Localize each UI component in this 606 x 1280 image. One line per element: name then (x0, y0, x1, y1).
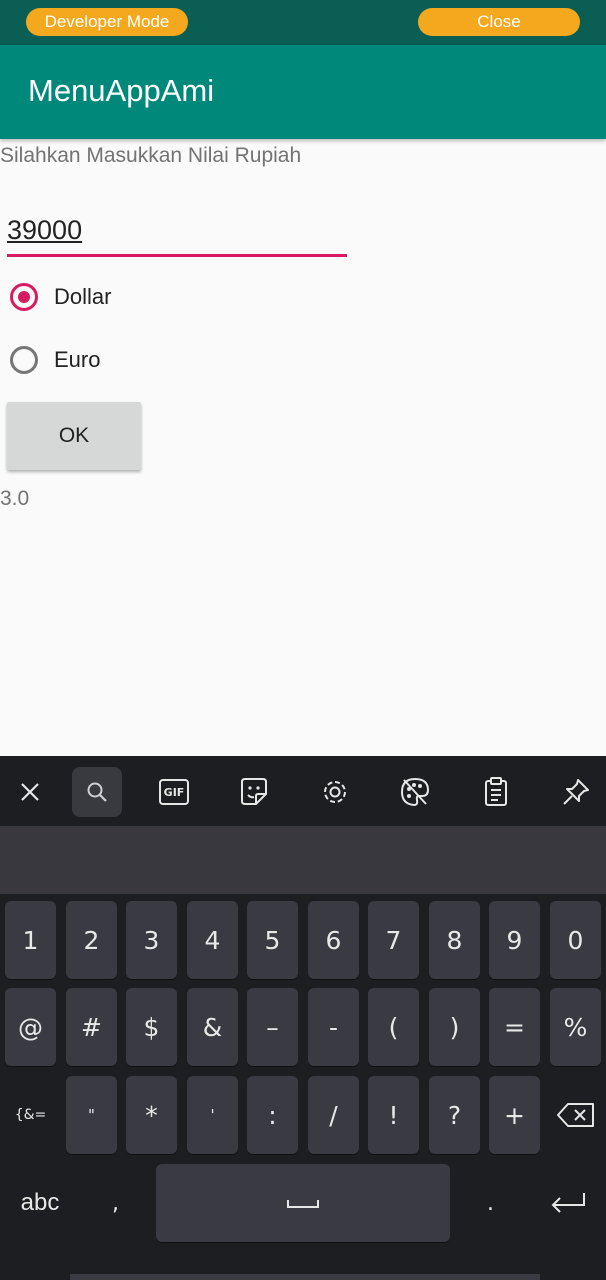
enter-icon[interactable] (530, 1164, 606, 1242)
result-text: 3.0 (0, 487, 30, 510)
app-bar: MenuAppAmi (0, 45, 606, 139)
radio-option-dollar[interactable]: Dollar (10, 283, 111, 311)
radio-checked-icon[interactable] (10, 283, 38, 311)
ok-button[interactable]: OK (7, 402, 141, 470)
key-5[interactable]: 5 (247, 901, 298, 979)
rupiah-input[interactable] (7, 206, 347, 257)
settings-icon[interactable] (310, 767, 360, 817)
developer-mode-button[interactable]: Developer Mode (26, 8, 188, 36)
key-comma[interactable]: , (90, 1164, 141, 1242)
key-0[interactable]: 0 (550, 901, 601, 979)
key-hyphen[interactable]: - (308, 988, 359, 1066)
key-en-dash[interactable]: – (247, 988, 298, 1066)
key-at[interactable]: @ (5, 988, 56, 1066)
key-3[interactable]: 3 (126, 901, 177, 979)
pin-icon[interactable] (551, 767, 601, 817)
key-open-paren[interactable]: ( (368, 988, 419, 1066)
key-7[interactable]: 7 (368, 901, 419, 979)
search-icon[interactable] (72, 767, 122, 817)
prompt-label: Silahkan Masukkan Nilai Rupiah (0, 144, 302, 167)
key-ampersand[interactable]: & (187, 988, 238, 1066)
backspace-icon[interactable] (545, 1076, 606, 1154)
key-6[interactable]: 6 (308, 901, 359, 979)
key-period[interactable]: . (465, 1164, 516, 1242)
key-plus[interactable]: + (489, 1076, 540, 1154)
radio-label-euro: Euro (54, 347, 101, 372)
clipboard-icon[interactable] (471, 767, 521, 817)
suggestion-strip (0, 826, 606, 894)
key-colon[interactable]: : (247, 1076, 298, 1154)
key-asterisk[interactable]: * (126, 1076, 177, 1154)
key-2[interactable]: 2 (66, 901, 117, 979)
key-symbols-mode[interactable]: {&= (5, 1076, 56, 1154)
soft-keyboard: GIF 1 2 3 4 5 6 7 8 9 0 @ # $ & – - ( ) … (0, 756, 606, 1280)
key-single-quote[interactable]: ' (187, 1076, 238, 1154)
app-title: MenuAppAmi (28, 73, 215, 108)
navigation-bar (70, 1274, 540, 1280)
sticker-icon[interactable] (229, 767, 279, 817)
radio-unchecked-icon[interactable] (10, 346, 38, 374)
close-button[interactable]: Close (418, 8, 580, 36)
key-exclamation[interactable]: ! (368, 1076, 419, 1154)
key-equals[interactable]: = (489, 988, 540, 1066)
key-1[interactable]: 1 (5, 901, 56, 979)
key-slash[interactable]: / (308, 1076, 359, 1154)
keyboard-toolbar: GIF (0, 756, 606, 826)
key-dollar[interactable]: $ (126, 988, 177, 1066)
key-9[interactable]: 9 (489, 901, 540, 979)
radio-option-euro[interactable]: Euro (10, 346, 100, 374)
palette-icon[interactable] (390, 767, 440, 817)
key-percent[interactable]: % (550, 988, 601, 1066)
key-double-quote[interactable]: " (66, 1076, 117, 1154)
key-abc[interactable]: abc (5, 1164, 75, 1242)
close-icon[interactable] (5, 767, 55, 817)
gif-label: GIF (163, 785, 185, 799)
key-4[interactable]: 4 (187, 901, 238, 979)
space-icon (287, 1200, 319, 1208)
developer-bar: Developer Mode Close (0, 0, 606, 45)
key-close-paren[interactable]: ) (429, 988, 480, 1066)
key-space[interactable] (156, 1164, 450, 1242)
key-question[interactable]: ? (429, 1076, 480, 1154)
key-hash[interactable]: # (66, 988, 117, 1066)
gif-icon[interactable]: GIF (149, 767, 199, 817)
key-8[interactable]: 8 (429, 901, 480, 979)
radio-label-dollar: Dollar (54, 284, 112, 309)
